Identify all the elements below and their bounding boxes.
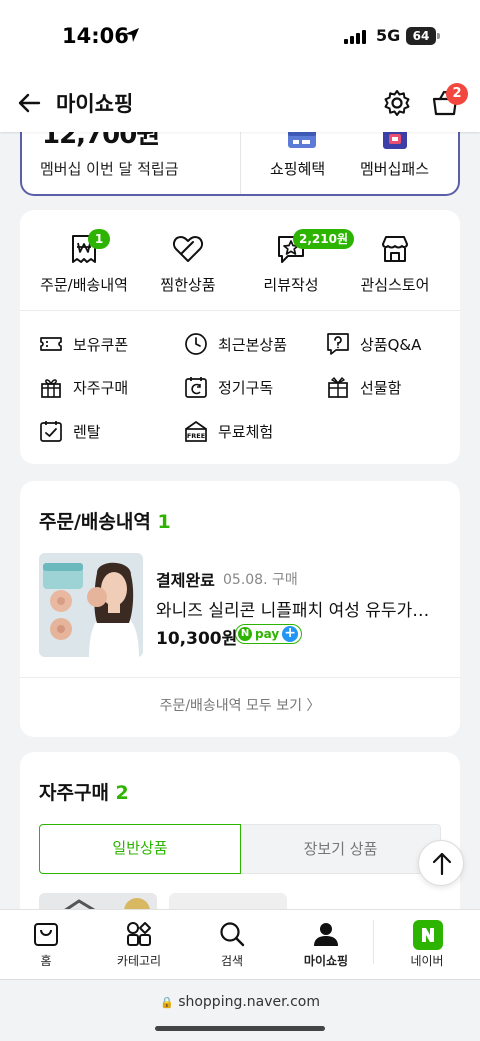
svg-text:FREE: FREE: [187, 432, 205, 440]
question-chat-icon: [326, 332, 350, 356]
tab-grocery-products[interactable]: 장보기 상품: [241, 824, 441, 874]
shortcut-label: 선물함: [360, 378, 402, 397]
shortcut-orders[interactable]: 주문/배송내역: [29, 232, 139, 295]
free-tag-icon: FREE: [184, 419, 208, 443]
calendar-check-icon: [39, 419, 63, 443]
npay-label: pay: [255, 627, 280, 641]
status-time: 14:06: [62, 24, 129, 48]
section-count: 1: [157, 511, 171, 533]
clock-icon: [184, 332, 208, 356]
shortcut-coupons[interactable]: 보유쿠폰: [39, 330, 128, 358]
shortcut-label: 보유쿠폰: [73, 335, 129, 354]
shortcut-label: 정기구독: [218, 378, 274, 397]
status-bar: 14:06 5G 64: [0, 0, 480, 74]
orders-count-badge: 1: [88, 229, 110, 249]
nav-naver[interactable]: 네이버: [387, 920, 467, 969]
nav-home[interactable]: 홈: [6, 920, 86, 969]
shortcut-label: 관심스토어: [360, 276, 430, 294]
nav-myshopping[interactable]: 마이쇼핑: [286, 920, 366, 969]
scroll-top-button[interactable]: [418, 840, 464, 886]
naver-n-icon: [413, 920, 443, 950]
section-title-text: 주문/배송내역: [39, 511, 151, 533]
orders-section-title: 주문/배송내역 1: [39, 507, 171, 534]
nav-label: 홈: [40, 954, 52, 968]
divider: [20, 677, 460, 678]
nav-label: 마이쇼핑: [303, 954, 349, 968]
shortcut-frequent[interactable]: 자주구매: [39, 373, 128, 401]
calendar-repeat-icon: [184, 375, 208, 399]
browser-url-bar[interactable]: 🔒 shopping.naver.com: [0, 979, 480, 1041]
product-thumbnail[interactable]: [39, 553, 143, 657]
lock-icon: 🔒: [160, 996, 174, 1009]
back-arrow-icon[interactable]: [16, 90, 42, 116]
url-label: shopping.naver.com: [178, 994, 320, 1010]
nav-category[interactable]: 카테고리: [99, 920, 179, 969]
tab-general-products[interactable]: 일반상품: [39, 824, 241, 874]
shortcut-label: 자주구매: [73, 378, 129, 397]
shortcut-gifts[interactable]: 선물함: [326, 373, 401, 401]
person-icon: [312, 920, 340, 948]
nav-label: 검색: [220, 954, 244, 968]
section-title-text: 자주구매: [39, 782, 109, 804]
battery-icon: 64: [406, 27, 440, 45]
coupon-icon: [39, 332, 63, 356]
shortcut-stores[interactable]: 관심스토어: [340, 232, 450, 295]
shortcut-label: 상품Q&A: [360, 335, 422, 354]
heart-icon: [171, 232, 205, 266]
shortcut-label: 리뷰작성: [263, 276, 319, 294]
shortcut-rental[interactable]: 렌탈: [39, 417, 101, 445]
order-date: 05.08. 구매: [223, 572, 298, 588]
home-indicator: [155, 1026, 325, 1031]
divider: [240, 130, 241, 194]
search-icon: [218, 920, 246, 948]
plus-icon: +: [282, 626, 299, 642]
nav-label: 네이버: [410, 954, 444, 968]
order-status: 결제완료: [156, 571, 215, 590]
nav-label: 카테고리: [116, 954, 162, 968]
shopping-benefit-button[interactable]: 쇼핑혜택: [270, 158, 325, 179]
naver-n-icon: N: [238, 627, 252, 641]
frequent-section-title: 자주구매 2: [39, 778, 129, 805]
shopping-bag-icon: [32, 920, 60, 948]
present-icon: [326, 375, 350, 399]
membership-label: 멤버십 이번 달 적립금: [40, 160, 179, 178]
bottom-nav: 홈 카테고리 검색 마이쇼핑 네이버: [0, 909, 480, 979]
battery-level: 64: [406, 27, 436, 45]
shortcut-label: 최근본상품: [218, 335, 288, 354]
network-label: 5G: [376, 26, 401, 45]
gift-box-icon: [39, 375, 63, 399]
shortcut-label: 찜한상품: [160, 276, 216, 294]
signal-icon: [344, 30, 368, 44]
shortcut-free-trial[interactable]: FREE 무료체험: [184, 417, 273, 445]
shortcut-recent[interactable]: 최근본상품: [184, 330, 287, 358]
cart-count-badge: 2: [446, 83, 468, 105]
location-arrow-icon: [124, 27, 140, 43]
npay-badge: Npay +: [235, 624, 303, 644]
shortcuts-card: 주문/배송내역 1 찜한상품 리뷰작성 2,210원 관심스토어 보유쿠폰 최근…: [20, 210, 460, 464]
divider: [373, 920, 374, 964]
membership-pass-button[interactable]: 멤버십패스: [360, 158, 429, 179]
shortcut-label: 무료체험: [218, 422, 274, 441]
orders-card: 주문/배송내역 1 결제완료 05.08. 구매 와니즈 실리콘 니플패치 여성…: [20, 481, 460, 737]
shortcut-subscription[interactable]: 정기구독: [184, 373, 273, 401]
page-title: 마이쇼핑: [56, 92, 134, 116]
page-header-top: 마이쇼핑 2: [0, 74, 480, 132]
order-product-name[interactable]: 와니즈 실리콘 니플패치 여성 유두가…: [156, 596, 446, 621]
url-text: 🔒 shopping.naver.com: [0, 994, 480, 1010]
shortcut-qna[interactable]: 상품Q&A: [326, 330, 421, 358]
order-price: 10,300원: [156, 629, 238, 649]
section-count: 2: [115, 782, 129, 804]
store-icon: [378, 232, 412, 266]
nav-search[interactable]: 검색: [192, 920, 272, 969]
view-all-orders-link[interactable]: 주문/배송내역 모두 보기 〉: [20, 695, 460, 715]
divider: [20, 310, 460, 311]
category-grid-icon: [125, 920, 153, 948]
gear-icon[interactable]: [382, 88, 412, 118]
shortcut-wishlist[interactable]: 찜한상품: [133, 232, 243, 295]
shortcut-label: 주문/배송내역: [40, 276, 128, 294]
shortcut-label: 렌탈: [73, 422, 101, 441]
